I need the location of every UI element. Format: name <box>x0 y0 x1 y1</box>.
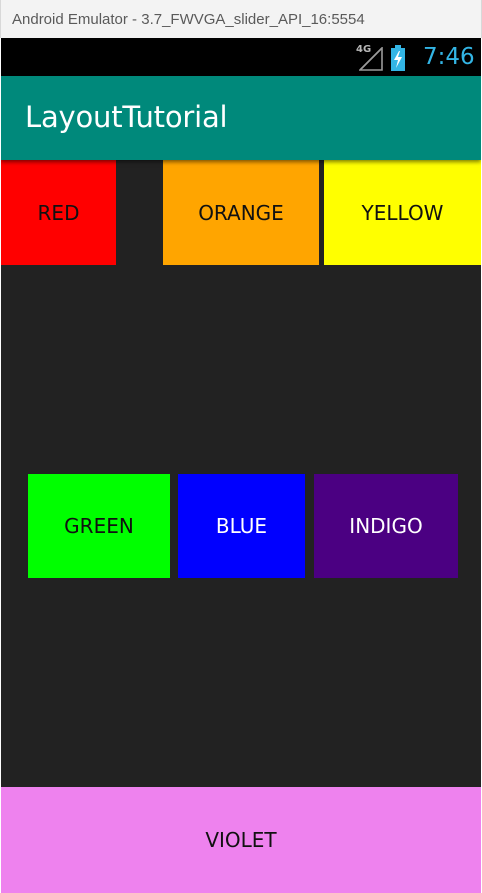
blue-label: BLUE <box>215 514 268 538</box>
blue-button[interactable]: BLUE <box>178 474 305 578</box>
yellow-button[interactable]: YELLOW <box>324 160 481 265</box>
red-label: RED <box>37 200 80 225</box>
indigo-label: INDIGO <box>349 514 423 538</box>
action-bar: LayoutTutorial <box>1 76 481 160</box>
status-clock: 7:46 <box>423 44 475 70</box>
window-title-text: Android Emulator - 3.7_FWVGA_slider_API_… <box>12 10 365 28</box>
green-button[interactable]: GREEN <box>28 474 170 578</box>
orange-button[interactable]: ORANGE <box>163 160 319 265</box>
indigo-button[interactable]: INDIGO <box>314 474 458 578</box>
device-screen: 4G 7:46 LayoutTutorial RED ORANGE YELLOW… <box>1 38 481 893</box>
orange-label: ORANGE <box>198 200 284 225</box>
battery-charging-icon <box>391 45 405 71</box>
app-title: LayoutTutorial <box>25 100 228 134</box>
status-bar: 4G 7:46 <box>1 38 481 76</box>
violet-button[interactable]: VIOLET <box>1 787 481 893</box>
emulator-window-title: Android Emulator - 3.7_FWVGA_slider_API_… <box>0 0 482 38</box>
signal-icon <box>359 47 383 71</box>
green-label: GREEN <box>64 514 134 538</box>
red-button[interactable]: RED <box>1 160 116 265</box>
violet-label: VIOLET <box>205 828 277 852</box>
yellow-label: YELLOW <box>361 200 444 225</box>
